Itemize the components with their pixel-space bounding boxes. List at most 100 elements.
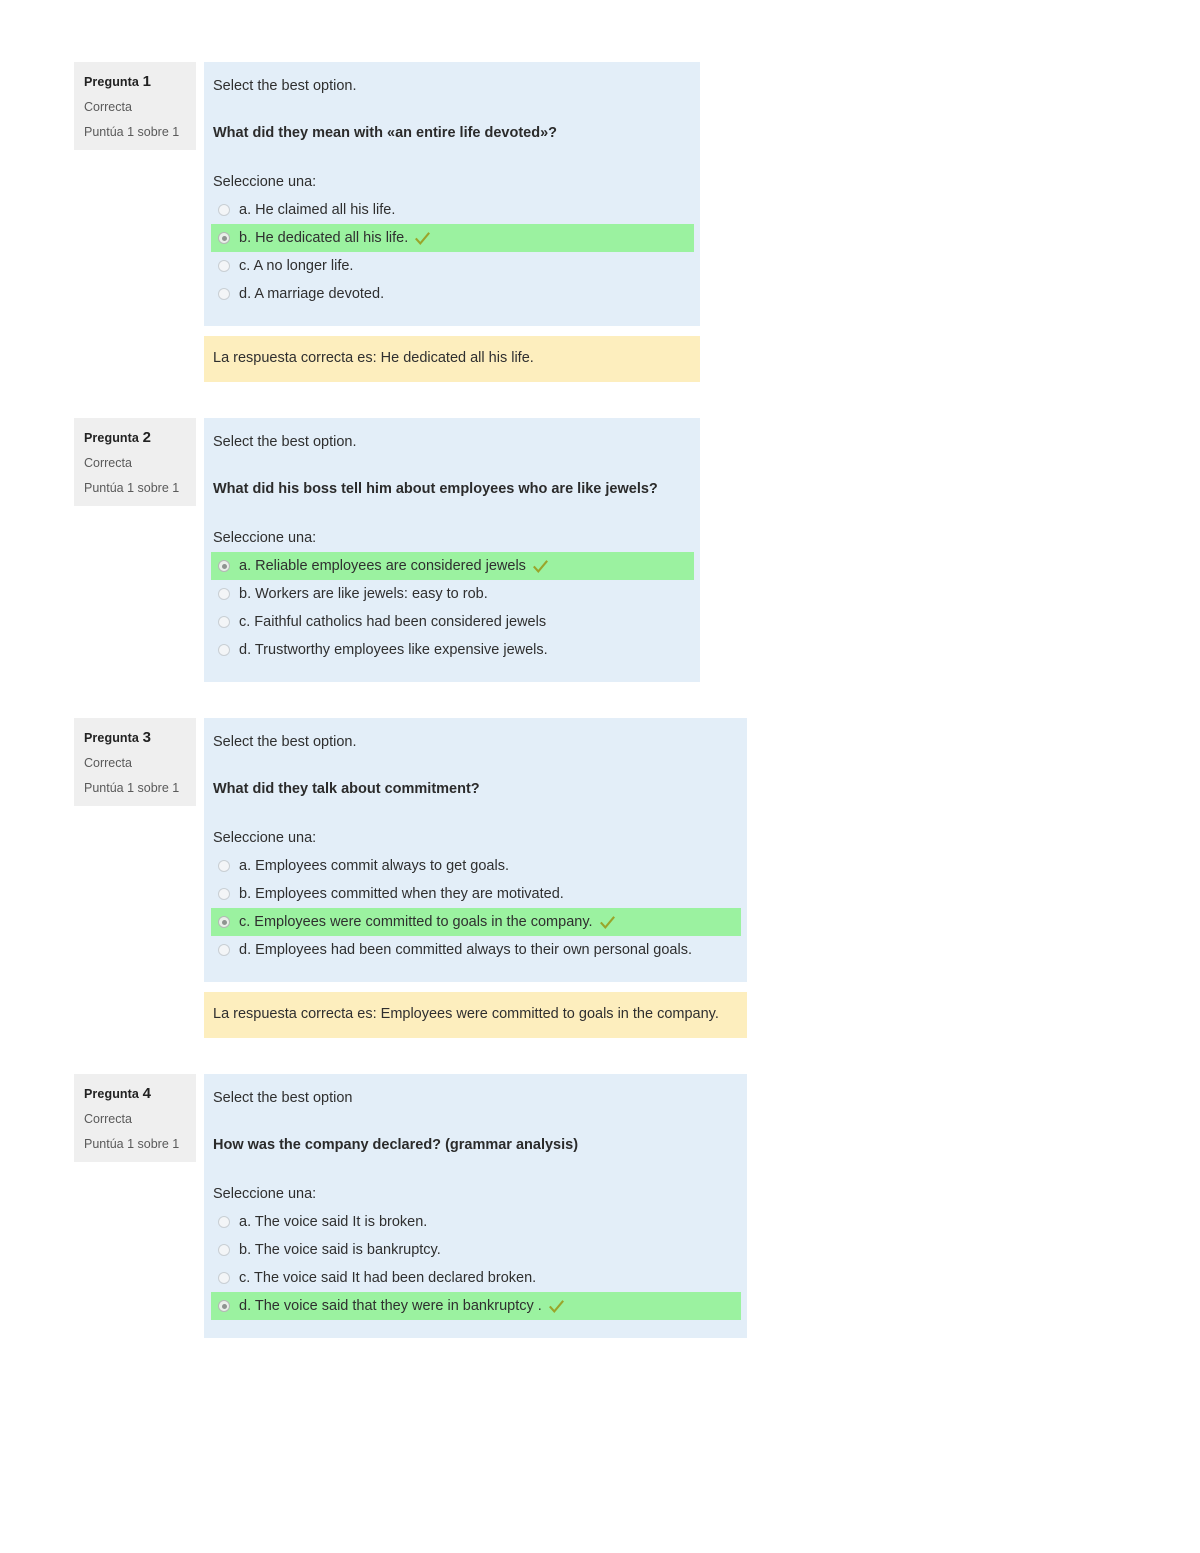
- question-block: Pregunta 2 Correcta Puntúa 1 sobre 1 Select…: [74, 418, 1134, 683]
- answer-list: a. Employees commit always to get goals.…: [204, 852, 747, 964]
- correct-answer-feedback: La respuesta correcta es: He dedicated a…: [204, 336, 700, 383]
- radio-button-icon[interactable]: [218, 560, 230, 573]
- answer-option[interactable]: c. A no longer life.: [211, 252, 694, 280]
- question-body: Select the best option How was the compan…: [204, 1074, 747, 1339]
- radio-button-icon[interactable]: [218, 616, 230, 629]
- answer-label: d. A marriage devoted.: [239, 286, 385, 303]
- question-number-heading: Pregunta 1: [84, 74, 186, 89]
- question-content: Select the best option. What did his boss…: [204, 418, 700, 683]
- answer-option[interactable]: d. A marriage devoted.: [211, 280, 694, 308]
- question-block: Pregunta 1 Correcta Puntúa 1 sobre 1 Select…: [74, 62, 1134, 383]
- question-intro-text: Select the best option.: [213, 78, 357, 94]
- question-info-panel: Pregunta 4 Correcta Puntúa 1 sobre 1: [74, 1074, 196, 1163]
- answer-option-selected-correct[interactable]: a. Reliable employees are considered jew…: [211, 552, 694, 581]
- answer-option[interactable]: d. Trustworthy employees like expensive …: [211, 636, 694, 664]
- answer-option[interactable]: b. Employees committed when they are mot…: [211, 880, 741, 908]
- correct-check-icon: [599, 915, 615, 931]
- select-one-prompt: Seleccione una:: [213, 174, 317, 191]
- answer-label: b. Workers are like jewels: easy to rob.: [239, 586, 488, 603]
- answer-option[interactable]: a. Employees commit always to get goals.: [211, 852, 741, 880]
- question-number-heading: Pregunta 2: [84, 430, 186, 445]
- select-one-prompt: Seleccione una:: [213, 530, 317, 547]
- question-grade: Puntúa 1 sobre 1: [84, 124, 180, 139]
- radio-button-icon[interactable]: [218, 288, 230, 301]
- question-word: Pregunta: [84, 431, 139, 446]
- answer-label: d. Trustworthy employees like expensive …: [239, 642, 548, 659]
- answer-label: c. Faithful catholics had been considere…: [239, 614, 547, 631]
- answer-option[interactable]: b. Workers are like jewels: easy to rob.: [211, 580, 694, 608]
- correct-check-icon: [532, 559, 548, 575]
- question-state: Correcta: [84, 456, 132, 471]
- answer-option[interactable]: c. The voice said It had been declared b…: [211, 1264, 741, 1292]
- radio-button-icon[interactable]: [218, 644, 230, 657]
- radio-button-icon[interactable]: [218, 1244, 230, 1257]
- question-body: Select the best option. What did they tal…: [204, 718, 747, 983]
- question-content: Select the best option. What did they tal…: [204, 718, 747, 1039]
- answer-option-selected-correct[interactable]: b. He dedicated all his life.: [211, 224, 694, 253]
- answer-label: c. Employees were committed to goals in …: [239, 914, 593, 931]
- select-one-prompt: Seleccione una:: [213, 830, 317, 847]
- answer-label: c. A no longer life.: [239, 258, 354, 275]
- question-number-heading: Pregunta 3: [84, 730, 186, 745]
- radio-button-icon[interactable]: [218, 860, 230, 873]
- radio-button-icon[interactable]: [218, 260, 230, 273]
- question-body: Select the best option. What did his boss…: [204, 418, 700, 683]
- question-info-panel: Pregunta 2 Correcta Puntúa 1 sobre 1: [74, 418, 196, 507]
- question-number-heading: Pregunta 4: [84, 1086, 186, 1101]
- answer-list: a. Reliable employees are considered jew…: [204, 552, 700, 664]
- question-word: Pregunta: [84, 75, 139, 89]
- correct-answer-feedback: La respuesta correcta es: Employees were…: [204, 992, 747, 1039]
- radio-button-icon[interactable]: [218, 232, 230, 245]
- question-block: Pregunta 3 Correcta Puntúa 1 sobre 1 Select…: [74, 718, 1134, 1039]
- answer-label: d. The voice said that they were in bank…: [239, 1298, 542, 1315]
- question-number: 4: [142, 1085, 152, 1103]
- question-grade: Puntúa 1 sobre 1: [84, 780, 180, 795]
- question-grade: Puntúa 1 sobre 1: [84, 1136, 180, 1151]
- radio-button-icon[interactable]: [218, 888, 230, 901]
- question-stem: What did they talk about commitment?: [213, 781, 480, 798]
- question-grade: Puntúa 1 sobre 1: [84, 480, 180, 495]
- radio-button-icon[interactable]: [218, 1272, 230, 1285]
- question-intro-text: Select the best option: [213, 1090, 353, 1107]
- select-one-prompt: Seleccione una:: [213, 1186, 317, 1203]
- question-info-panel: Pregunta 3 Correcta Puntúa 1 sobre 1: [74, 718, 196, 807]
- question-stem: What did his boss tell him about employe…: [213, 481, 658, 498]
- question-content: Select the best option How was the compan…: [204, 1074, 747, 1339]
- answer-label: a. He claimed all his life.: [239, 202, 396, 219]
- radio-button-icon[interactable]: [218, 204, 230, 217]
- answer-label: b. He dedicated all his life.: [239, 230, 409, 247]
- answer-option-selected-correct[interactable]: c. Employees were committed to goals in …: [211, 908, 741, 937]
- answer-option[interactable]: a. The voice said It is broken.: [211, 1208, 741, 1236]
- answer-label: a. Reliable employees are considered jew…: [239, 558, 526, 575]
- answer-option-selected-correct[interactable]: d. The voice said that they were in bank…: [211, 1292, 741, 1321]
- answer-list: a. The voice said It is broken. b. The vo…: [204, 1208, 747, 1321]
- answer-label: b. The voice said is bankruptcy.: [239, 1242, 441, 1259]
- radio-button-icon[interactable]: [218, 944, 230, 957]
- question-block: Pregunta 4 Correcta Puntúa 1 sobre 1 Select…: [74, 1074, 1134, 1339]
- question-body: Select the best option. What did they mea…: [204, 62, 700, 327]
- answer-label: d. Employees had been committed always t…: [239, 942, 692, 959]
- radio-button-icon[interactable]: [218, 916, 230, 929]
- answer-list: a. He claimed all his life. b. He dedicat…: [204, 196, 700, 308]
- radio-button-icon[interactable]: [218, 1300, 230, 1313]
- question-state: Correcta: [84, 756, 132, 771]
- answer-option[interactable]: b. The voice said is bankruptcy.: [211, 1236, 741, 1264]
- question-intro-text: Select the best option.: [213, 734, 357, 751]
- question-number: 3: [142, 729, 152, 747]
- quiz-review-list: Pregunta 1 Correcta Puntúa 1 sobre 1 Select…: [74, 62, 1134, 1374]
- question-state: Correcta: [84, 100, 132, 114]
- radio-button-icon[interactable]: [218, 1216, 230, 1229]
- answer-label: c. The voice said It had been declared b…: [239, 1270, 537, 1287]
- answer-option[interactable]: c. Faithful catholics had been considere…: [211, 608, 694, 636]
- question-info-panel: Pregunta 1 Correcta Puntúa 1 sobre 1: [74, 62, 196, 150]
- question-state: Correcta: [84, 1112, 132, 1127]
- answer-option[interactable]: d. Employees had been committed always t…: [211, 936, 741, 964]
- answer-label: a. Employees commit always to get goals.: [239, 858, 509, 875]
- question-number: 2: [142, 429, 152, 447]
- question-word: Pregunta: [84, 1087, 139, 1102]
- question-number: 1: [142, 73, 152, 90]
- answer-option[interactable]: a. He claimed all his life.: [211, 196, 694, 224]
- radio-button-icon[interactable]: [218, 588, 230, 601]
- correct-check-icon: [548, 1299, 564, 1315]
- answer-label: b. Employees committed when they are mot…: [239, 886, 564, 903]
